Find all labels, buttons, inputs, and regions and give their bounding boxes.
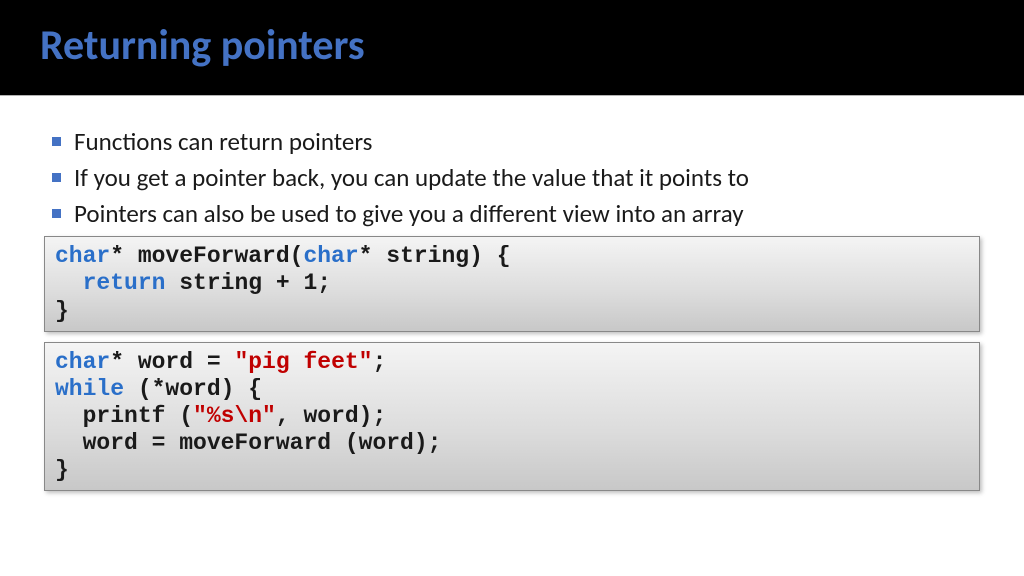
code-text: (*word) { [124, 376, 262, 402]
code-text: * string) { [359, 243, 511, 269]
list-item: Functions can return pointers [44, 125, 980, 159]
code-text: * word = [110, 349, 234, 375]
code-keyword: char [55, 243, 110, 269]
code-keyword: return [83, 270, 166, 296]
code-block-2: char* word = "pig feet"; while (*word) {… [44, 342, 980, 492]
code-keyword: while [55, 376, 124, 402]
code-text: * moveForward( [110, 243, 303, 269]
code-keyword: char [55, 349, 110, 375]
code-text: string + 1; [165, 270, 331, 296]
code-string: "pig feet" [234, 349, 372, 375]
code-text: , word); [276, 403, 386, 429]
code-keyword: char [303, 243, 358, 269]
code-text [55, 270, 83, 296]
code-text: word = moveForward (word); [55, 430, 441, 456]
list-item: Pointers can also be used to give you a … [44, 197, 980, 231]
bullet-list: Functions can return pointers If you get… [44, 125, 980, 230]
code-text: } [55, 298, 69, 324]
slide-content: Functions can return pointers If you get… [0, 97, 1024, 491]
code-text: } [55, 457, 69, 483]
code-text: ; [372, 349, 386, 375]
slide-header: Returning pointers [0, 0, 1024, 95]
code-text: printf ( [55, 403, 193, 429]
code-string: "%s\n" [193, 403, 276, 429]
list-item: If you get a pointer back, you can updat… [44, 161, 980, 195]
code-block-1: char* moveForward(char* string) { return… [44, 236, 980, 331]
slide-title: Returning pointers [40, 20, 984, 71]
